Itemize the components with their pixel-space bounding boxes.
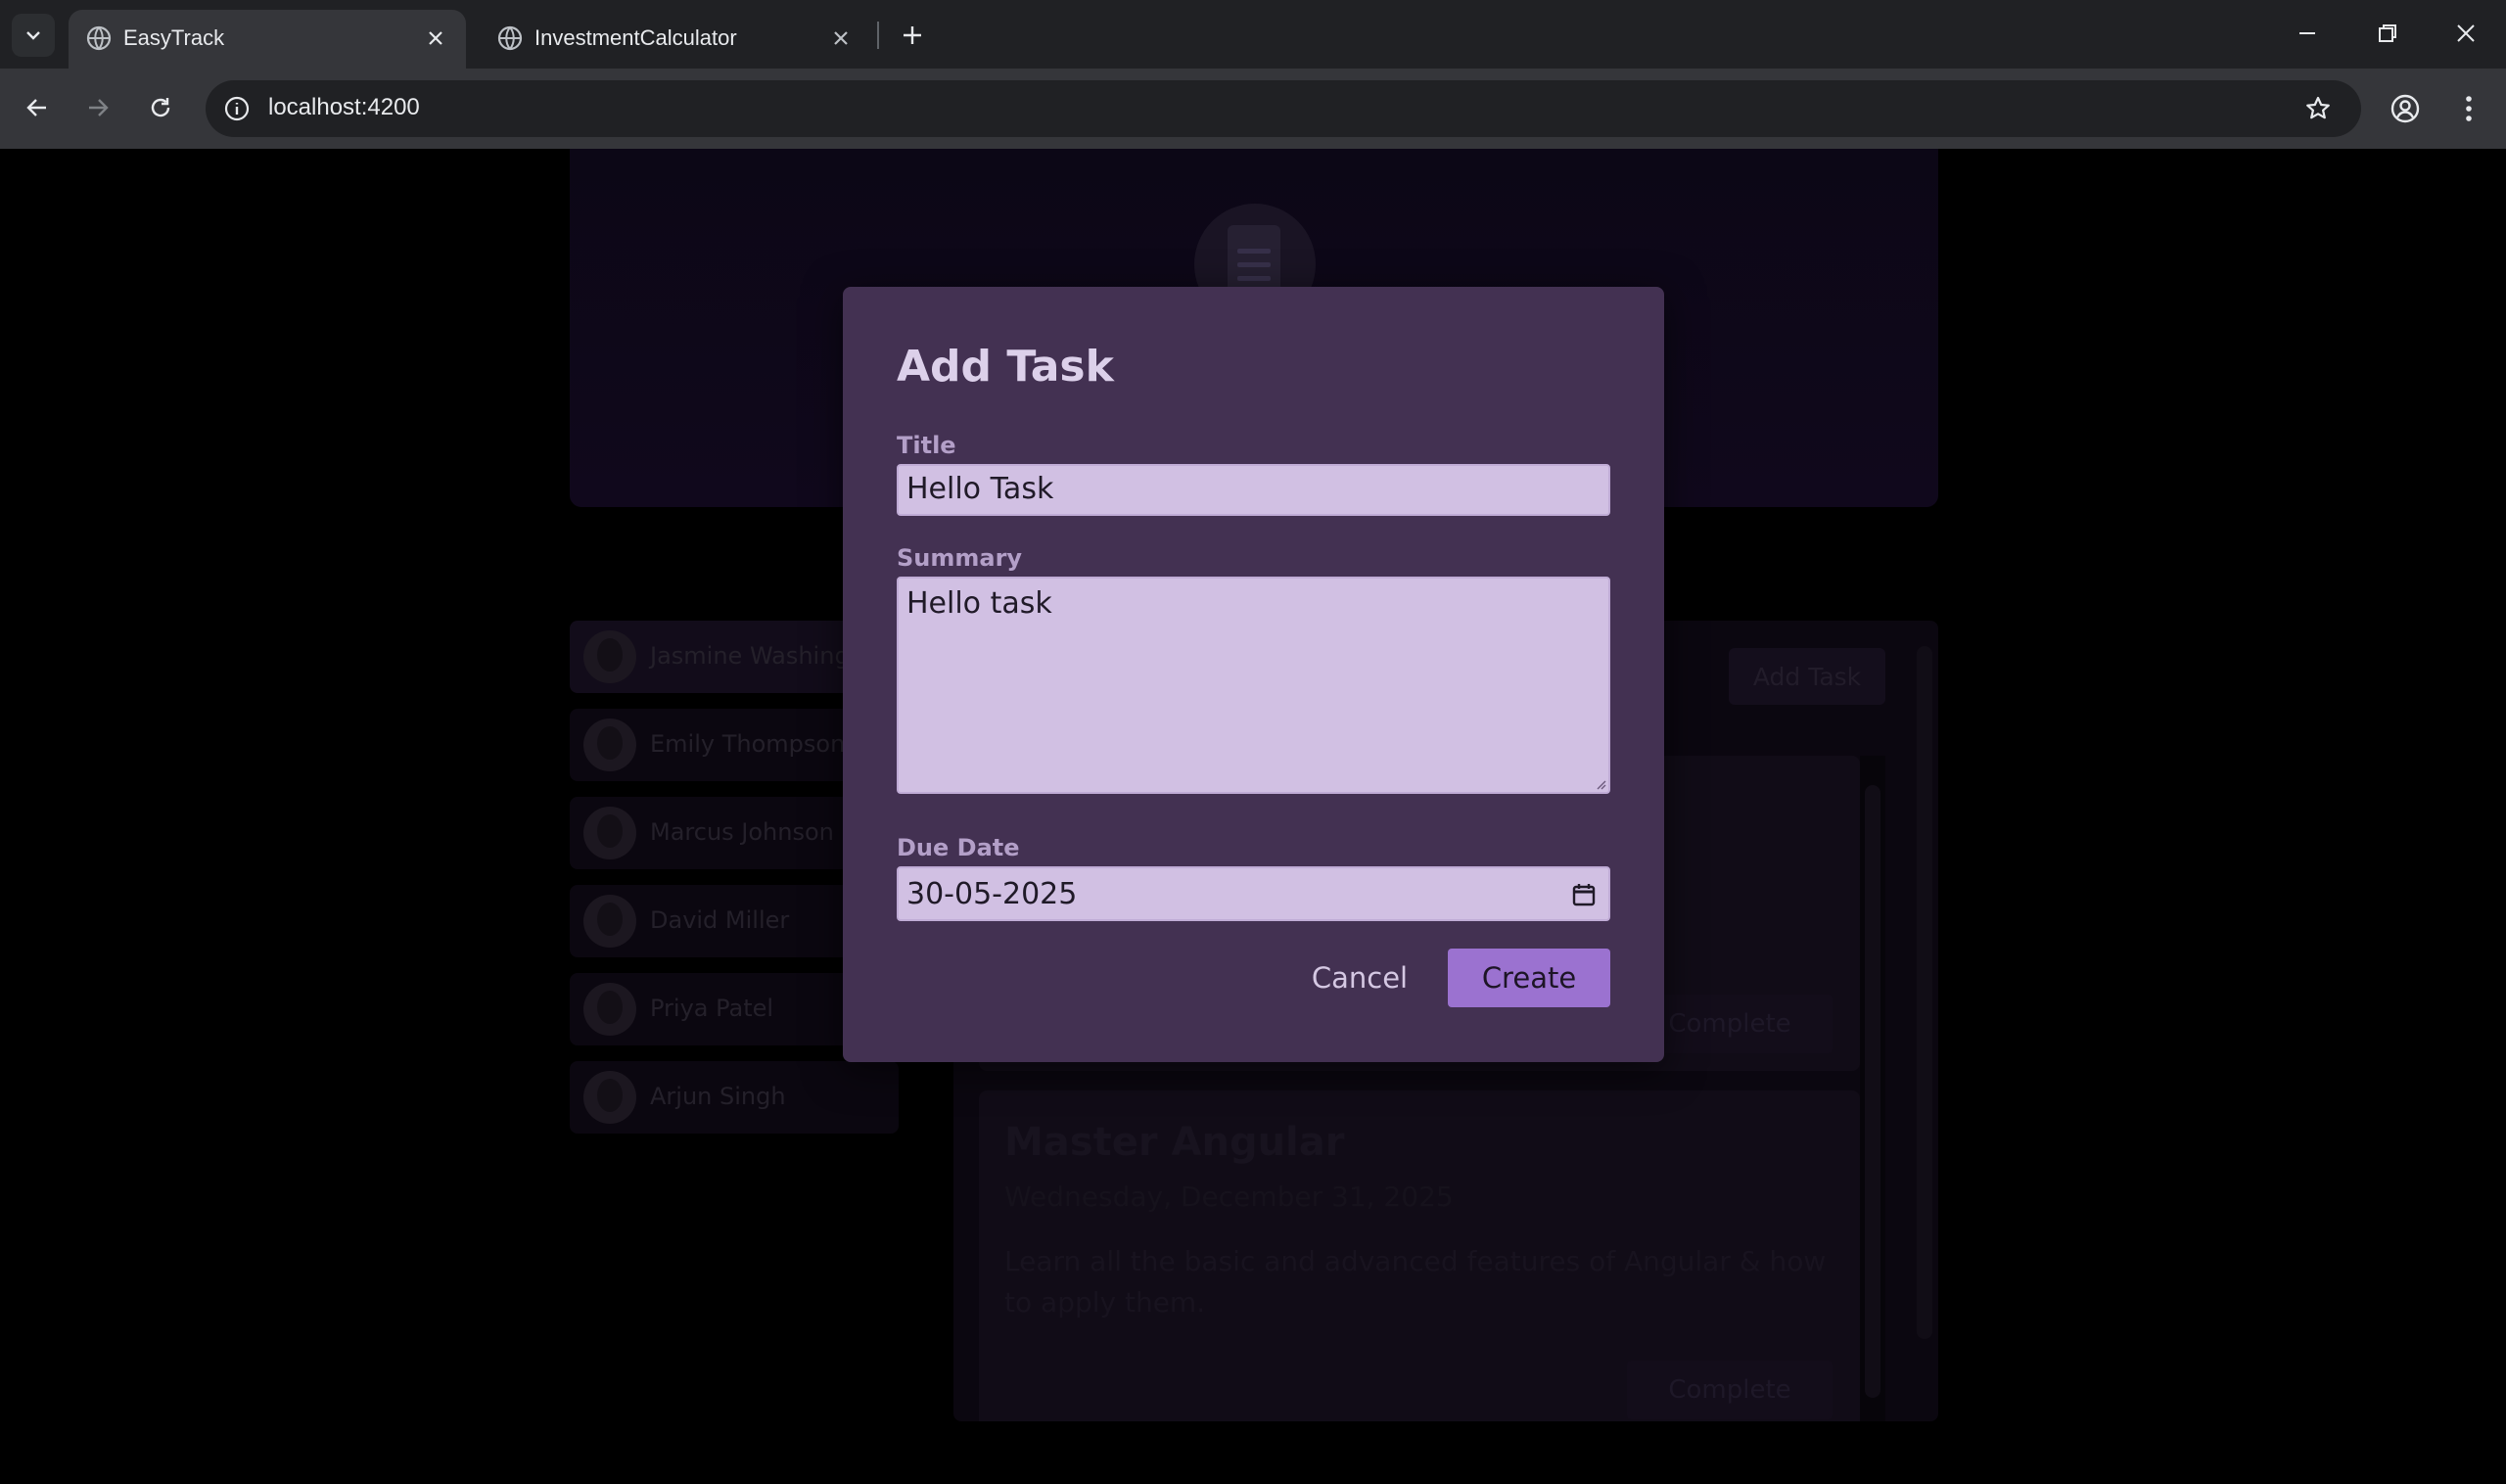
- title-input[interactable]: Hello Task: [897, 464, 1610, 516]
- arrow-right-icon: [89, 99, 109, 116]
- due-date-label: Due Date: [897, 834, 1020, 861]
- info-icon: [224, 96, 250, 121]
- user-name: Emily Thompson: [650, 730, 846, 758]
- tab-separator: [877, 22, 879, 49]
- user-name: David Miller: [650, 906, 790, 934]
- avatar: [583, 895, 636, 948]
- close-tab-button[interactable]: [419, 22, 452, 55]
- star-icon: [2306, 96, 2330, 119]
- restore-button[interactable]: [2353, 6, 2422, 61]
- task-title: Master Angular: [1004, 1120, 1345, 1165]
- tasks-panel-scrollbar[interactable]: [1917, 646, 1932, 1339]
- restore-icon: [2379, 24, 2396, 42]
- summary-textarea[interactable]: Hello task: [897, 577, 1610, 794]
- account-icon: [2390, 94, 2420, 123]
- chevron-down-icon: [26, 31, 40, 40]
- globe-icon: [497, 25, 523, 51]
- summary-label: Summary: [897, 544, 1023, 572]
- reload-button[interactable]: [137, 84, 184, 131]
- add-task-dialog: Add Task Title Hello Task Summary Hello …: [843, 287, 1664, 1062]
- tab-investment-calculator[interactable]: InvestmentCalculator: [480, 10, 871, 69]
- close-icon: [834, 31, 848, 45]
- close-icon: [2457, 24, 2475, 42]
- user-name: Arjun Singh: [650, 1083, 786, 1110]
- minimize-button[interactable]: [2273, 6, 2342, 61]
- minimize-icon: [2299, 32, 2315, 34]
- back-button[interactable]: [14, 84, 61, 131]
- avatar: [583, 1071, 636, 1124]
- tab-title: EasyTrack: [123, 25, 225, 50]
- new-tab-button[interactable]: [891, 14, 934, 57]
- clipboard-icon: [1228, 225, 1280, 296]
- site-info-button[interactable]: [217, 89, 256, 128]
- avatar: [583, 630, 636, 683]
- more-vert-icon: [2466, 96, 2472, 121]
- task-date: Wednesday, December 31, 2025: [1004, 1181, 1454, 1213]
- address-bar[interactable]: localhost:4200: [206, 80, 2361, 137]
- complete-button[interactable]: Complete: [1627, 1361, 1833, 1419]
- user-name: Marcus Johnson: [650, 818, 834, 846]
- task-summary: Learn all the basic and advanced feature…: [1004, 1245, 1827, 1319]
- tab-search-button[interactable]: [12, 14, 55, 57]
- tab-title: InvestmentCalculator: [534, 25, 737, 50]
- arrow-left-icon: [26, 99, 46, 116]
- due-date-value: 30-05-2025: [906, 876, 1078, 911]
- tab-easytrack[interactable]: EasyTrack: [69, 10, 466, 69]
- close-tab-button[interactable]: [824, 22, 858, 55]
- reload-icon: [151, 98, 170, 117]
- cancel-button[interactable]: Cancel: [1296, 949, 1423, 1007]
- close-window-button[interactable]: [2432, 6, 2500, 61]
- dialog-title: Add Task: [897, 342, 1114, 392]
- title-label: Title: [897, 432, 956, 459]
- summary-text: Hello task: [906, 586, 1052, 621]
- url-text: localhost:4200: [268, 94, 420, 120]
- user-name: Priya Patel: [650, 995, 774, 1022]
- create-button[interactable]: Create: [1448, 949, 1610, 1007]
- profile-button[interactable]: [2383, 86, 2428, 131]
- browser-chrome: EasyTrack InvestmentCalculator localhost…: [0, 0, 2506, 149]
- plus-icon: [904, 26, 921, 44]
- close-icon: [429, 31, 442, 45]
- bookmark-button[interactable]: [2298, 89, 2338, 128]
- avatar: [583, 983, 636, 1036]
- add-task-button[interactable]: Add Task: [1729, 648, 1885, 705]
- avatar: [583, 807, 636, 859]
- avatar: [583, 719, 636, 771]
- user-item[interactable]: Arjun Singh: [570, 1061, 899, 1134]
- create-button-label: Create: [1481, 961, 1577, 995]
- browser-menu-button[interactable]: [2449, 86, 2488, 131]
- tab-strip: EasyTrack InvestmentCalculator: [0, 0, 2506, 69]
- globe-icon: [86, 25, 112, 51]
- task-card: Master Angular Wednesday, December 31, 2…: [979, 1090, 1860, 1421]
- forward-button[interactable]: [74, 84, 121, 131]
- browser-toolbar: localhost:4200: [0, 69, 2506, 149]
- tasks-list-scrollbar-thumb[interactable]: [1865, 785, 1880, 1398]
- due-date-input[interactable]: 30-05-2025: [897, 866, 1610, 921]
- calendar-icon[interactable]: [1569, 880, 1599, 909]
- resize-grip-icon[interactable]: [1595, 778, 1606, 790]
